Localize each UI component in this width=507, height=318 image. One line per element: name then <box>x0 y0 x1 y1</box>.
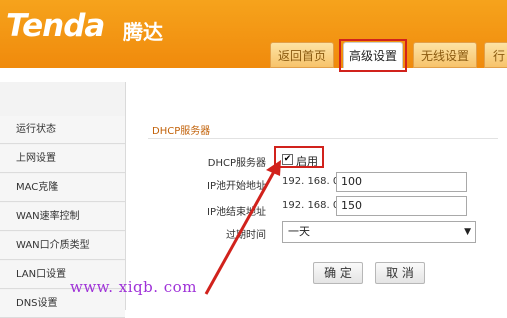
watermark-text: www. xiqb. com <box>70 278 197 296</box>
arrow-shaft <box>204 167 278 295</box>
annotation-arrow <box>204 160 281 295</box>
